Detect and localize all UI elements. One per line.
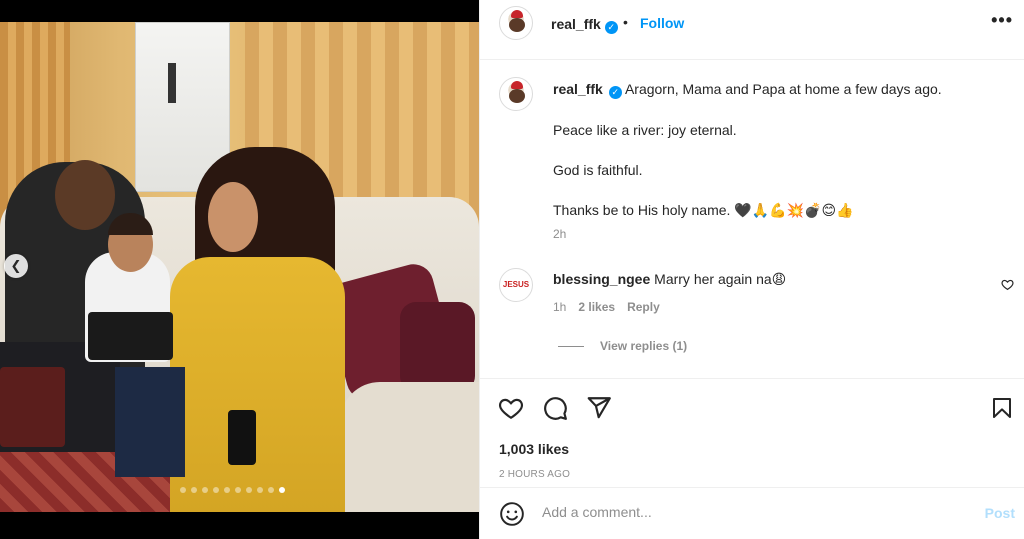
- post-comment-button[interactable]: Post: [985, 505, 1015, 521]
- post-side-panel: real_ffk ✓ • Follow ••• real_ffk ✓ Aragorn…: [479, 0, 1024, 539]
- verified-icon: ✓: [604, 21, 618, 34]
- caption-line-2: Peace like a river: joy eternal.: [553, 122, 737, 138]
- chevron-left-icon: ❮: [10, 258, 22, 273]
- caption-line-1: Aragorn, Mama and Papa at home a few day…: [624, 81, 942, 97]
- comment-icon[interactable]: [542, 395, 568, 421]
- carousel-dot: [268, 487, 274, 493]
- carousel-dot: [213, 487, 219, 493]
- verified-icon: ✓: [608, 86, 622, 99]
- comment-reply-button[interactable]: Reply: [627, 300, 660, 314]
- share-icon[interactable]: [586, 395, 612, 421]
- follow-button[interactable]: Follow: [640, 15, 684, 31]
- comment-input[interactable]: [542, 504, 942, 520]
- carousel-dot: [279, 487, 285, 493]
- save-icon[interactable]: [990, 395, 1014, 421]
- carousel-prev-button[interactable]: ❮: [4, 254, 28, 278]
- comment-composer: Post: [480, 487, 1024, 539]
- caption-line-4: Thanks be to His holy name. 🖤🙏💪💥💣😊👍: [553, 202, 854, 218]
- emoji-icon[interactable]: [499, 501, 525, 527]
- photo-pane: ❮: [0, 0, 479, 539]
- post-timestamp[interactable]: 2 HOURS AGO: [499, 469, 570, 480]
- post-photo[interactable]: [0, 22, 479, 512]
- carousel-dots: [180, 487, 285, 493]
- carousel-dot: [180, 487, 186, 493]
- caption: real_ffk ✓ Aragorn, Mama and Papa at home…: [553, 80, 1003, 241]
- avatar[interactable]: [499, 6, 533, 40]
- header-username-row: real_ffk ✓: [551, 16, 618, 34]
- post-header: real_ffk ✓ • Follow •••: [480, 0, 1024, 60]
- carousel-dot: [257, 487, 263, 493]
- carousel-dot: [246, 487, 252, 493]
- comment-likes[interactable]: 2 likes: [578, 300, 615, 314]
- comment-body: Marry her again na😩: [654, 271, 787, 287]
- comment-like-icon[interactable]: [1001, 278, 1014, 291]
- more-icon[interactable]: •••: [991, 10, 1013, 31]
- caption-avatar[interactable]: [499, 77, 533, 111]
- comment-text: blessing_ngee Marry her again na😩: [553, 271, 786, 288]
- comment-time[interactable]: 1h: [553, 300, 566, 314]
- comment-meta: 1h 2 likes Reply: [553, 300, 660, 314]
- caption-line-3: God is faithful.: [553, 162, 643, 178]
- header-separator: •: [623, 14, 628, 30]
- heart-icon[interactable]: [498, 395, 524, 421]
- caption-username[interactable]: real_ffk: [553, 81, 603, 97]
- comment-username[interactable]: blessing_ngee: [553, 271, 650, 287]
- carousel-dot: [202, 487, 208, 493]
- carousel-dot: [224, 487, 230, 493]
- carousel-dot: [191, 487, 197, 493]
- caption-time[interactable]: 2h: [553, 227, 566, 241]
- likes-count[interactable]: 1,003 likes: [499, 441, 569, 457]
- view-replies-label: View replies (1): [600, 339, 688, 353]
- view-replies-button[interactable]: View replies (1): [558, 339, 687, 353]
- carousel-dot: [235, 487, 241, 493]
- header-username[interactable]: real_ffk: [551, 16, 601, 32]
- comment-avatar[interactable]: JESUS: [499, 268, 533, 302]
- action-bar: [480, 378, 1024, 438]
